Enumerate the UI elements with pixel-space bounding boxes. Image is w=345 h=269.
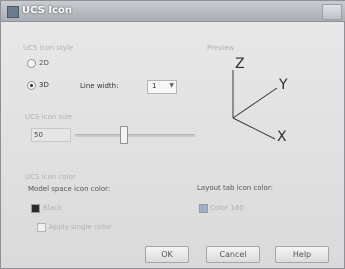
- model-color-value[interactable]: Black: [43, 204, 62, 212]
- ucs-preview: [232, 70, 278, 140]
- title-bar: UCS Icon: [1, 1, 345, 22]
- model-color-swatch: [31, 204, 40, 213]
- chevron-down-icon: ▼: [169, 82, 174, 89]
- apply-single-color-label: Apply single color: [49, 223, 112, 231]
- x-axis-line: [232, 117, 276, 140]
- model-color-label: Model space icon color:: [28, 185, 111, 193]
- ucs-icon-dialog: UCS Icon UCS icon style 2D 3D Line width…: [0, 0, 345, 269]
- ok-button-label: OK: [161, 250, 173, 259]
- layout-color-value[interactable]: Color 160: [210, 204, 244, 212]
- icon-size-label: UCS icon size: [25, 113, 72, 121]
- icon-style-group-label: UCS icon style: [23, 44, 74, 52]
- radio-2d[interactable]: [27, 59, 36, 68]
- apply-single-color-checkbox[interactable]: [37, 223, 46, 232]
- line-width-value: 1: [152, 82, 157, 90]
- line-width-label: Line width:: [80, 82, 119, 90]
- app-icon: [7, 6, 19, 18]
- radio-3d-label: 3D: [39, 81, 49, 89]
- dialog-title: UCS Icon: [22, 5, 72, 16]
- line-width-select[interactable]: 1 ▼: [147, 80, 177, 94]
- axis-y-label: Y: [279, 77, 288, 93]
- help-button-label: Help: [292, 250, 312, 259]
- preview-label: Preview: [207, 44, 235, 52]
- icon-size-input[interactable]: 50: [31, 128, 71, 142]
- icon-color-group-label: UCS icon color: [25, 173, 76, 181]
- radio-2d-label: 2D: [39, 59, 49, 67]
- y-axis-line: [232, 87, 278, 119]
- radio-3d[interactable]: [27, 81, 36, 90]
- icon-size-slider-track[interactable]: [75, 134, 195, 137]
- cancel-button[interactable]: Cancel: [206, 246, 260, 263]
- close-button[interactable]: [322, 4, 342, 20]
- help-button[interactable]: Help: [275, 246, 329, 263]
- ok-button[interactable]: OK: [145, 246, 189, 263]
- cancel-button-label: Cancel: [219, 250, 247, 259]
- icon-size-slider-thumb[interactable]: [120, 126, 128, 144]
- layout-color-swatch: [199, 204, 208, 213]
- layout-color-label: Layout tab icon color:: [197, 184, 273, 192]
- axis-x-label: X: [277, 129, 287, 145]
- axis-z-label: Z: [235, 56, 245, 72]
- icon-size-value: 50: [34, 131, 43, 139]
